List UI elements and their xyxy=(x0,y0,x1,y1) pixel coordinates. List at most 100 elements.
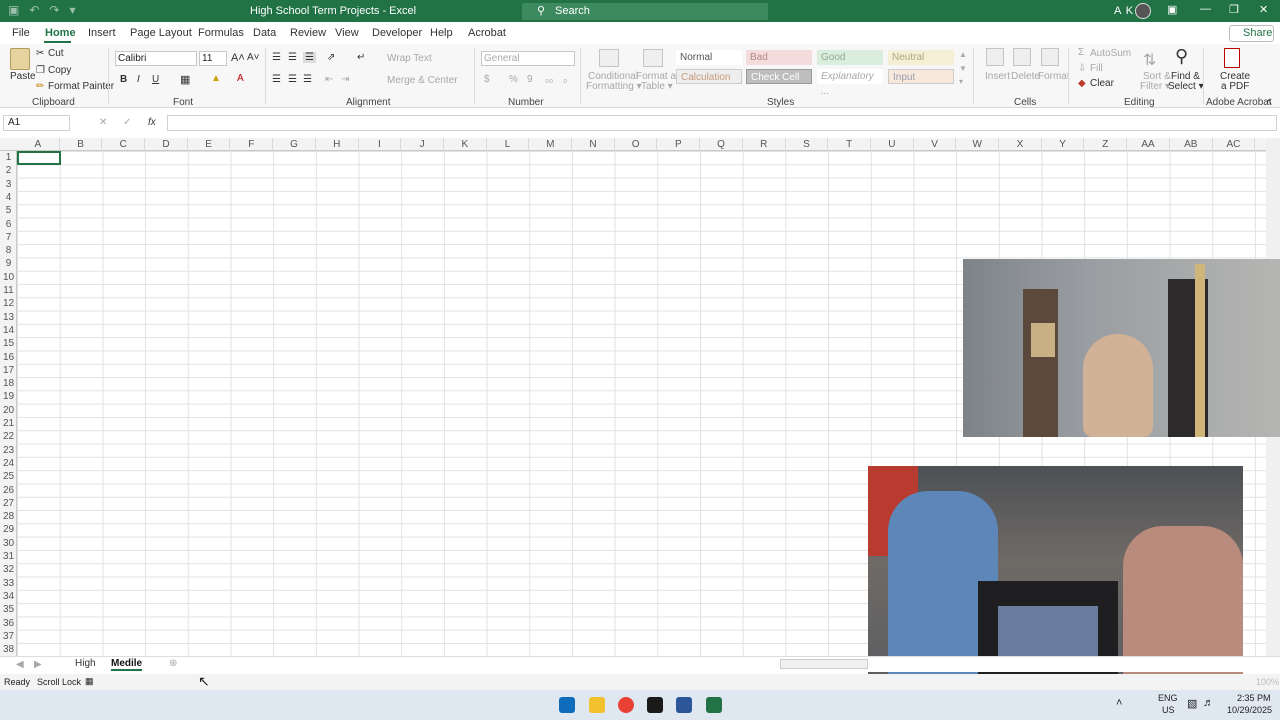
style-neutral[interactable]: Neutral xyxy=(888,50,954,65)
row-header[interactable]: 8 xyxy=(0,244,17,257)
grow-font-button[interactable]: A˄ xyxy=(231,52,245,64)
column-header[interactable]: X xyxy=(999,138,1042,151)
row-header[interactable]: 14 xyxy=(0,324,17,337)
row-header[interactable]: 19 xyxy=(0,390,17,403)
row-header[interactable]: 31 xyxy=(0,550,17,563)
volume-icon[interactable]: ♬ xyxy=(1203,697,1214,709)
row-header[interactable]: 38 xyxy=(0,643,17,656)
format-painter-icon[interactable]: ✏ xyxy=(36,81,44,92)
style-good[interactable]: Good xyxy=(817,50,883,65)
row-header[interactable]: 29 xyxy=(0,523,17,536)
column-header[interactable]: Q xyxy=(700,138,743,151)
restore-icon[interactable]: ❐ xyxy=(1229,3,1239,16)
row-header[interactable]: 32 xyxy=(0,563,17,576)
row-header[interactable]: 21 xyxy=(0,417,17,430)
minimize-icon[interactable]: — xyxy=(1200,3,1211,15)
row-header[interactable]: 6 xyxy=(0,218,17,231)
name-box[interactable]: A1 xyxy=(3,115,70,131)
close-icon[interactable]: ✕ xyxy=(1259,3,1268,16)
row-header[interactable]: 7 xyxy=(0,231,17,244)
chrome-icon[interactable] xyxy=(618,697,634,713)
font-size-select[interactable]: 11 xyxy=(199,51,227,66)
ribbon-display-icon[interactable]: ▣ xyxy=(1167,3,1177,16)
row-header[interactable]: 16 xyxy=(0,351,17,364)
collapse-ribbon-icon[interactable]: ˄ xyxy=(1266,97,1272,108)
align-middle-icon[interactable]: ☰ xyxy=(288,52,297,63)
create-pdf-icon[interactable] xyxy=(1224,48,1240,68)
column-header[interactable]: U xyxy=(871,138,914,151)
row-header[interactable]: 5 xyxy=(0,204,17,217)
row-header[interactable]: 34 xyxy=(0,590,17,603)
borders-icon[interactable]: ▦ xyxy=(180,73,190,86)
insert-cells-button[interactable]: Insert xyxy=(985,71,1010,82)
active-cell[interactable] xyxy=(17,151,61,165)
column-header[interactable]: R xyxy=(743,138,786,151)
currency-button[interactable]: $ xyxy=(484,74,490,85)
row-header[interactable]: 2 xyxy=(0,164,17,177)
tab-review[interactable]: Review xyxy=(290,27,326,39)
create-pdf-line2[interactable]: a PDF xyxy=(1221,81,1249,92)
font-name-select[interactable]: Calibri xyxy=(115,51,197,66)
align-center-icon[interactable]: ☰ xyxy=(288,74,297,85)
row-header[interactable]: 30 xyxy=(0,537,17,550)
tray-chevron-icon[interactable]: ˄ xyxy=(1116,697,1122,709)
enter-icon[interactable]: ✓ xyxy=(123,117,131,128)
column-header[interactable]: B xyxy=(60,138,103,151)
column-header[interactable]: J xyxy=(401,138,444,151)
shrink-font-button[interactable]: A˅ xyxy=(247,52,260,63)
format-cells-button[interactable]: Format xyxy=(1038,71,1070,82)
row-header[interactable]: 12 xyxy=(0,297,17,310)
row-header[interactable]: 11 xyxy=(0,284,17,297)
column-header[interactable]: H xyxy=(316,138,359,151)
tab-data[interactable]: Data xyxy=(253,27,276,39)
avatar[interactable] xyxy=(1135,3,1151,19)
style-calculation[interactable]: Calculation xyxy=(676,69,742,84)
align-top-icon[interactable]: ☰ xyxy=(272,52,281,63)
column-header[interactable]: T xyxy=(828,138,871,151)
new-sheet-icon[interactable]: ⊕ xyxy=(169,658,177,669)
fill-button[interactable]: Fill xyxy=(1090,63,1103,74)
autosum-icon[interactable]: Σ xyxy=(1078,47,1084,58)
row-header[interactable]: 26 xyxy=(0,484,17,497)
autosum-button[interactable]: AutoSum xyxy=(1090,48,1131,59)
tab-file[interactable]: File xyxy=(12,27,30,39)
row-header[interactable]: 25 xyxy=(0,470,17,483)
row-header[interactable]: 22 xyxy=(0,430,17,443)
cut-button[interactable]: Cut xyxy=(48,48,64,59)
region-indicator[interactable]: US xyxy=(1162,705,1175,715)
align-right-icon[interactable]: ☰ xyxy=(303,74,312,85)
column-header[interactable]: E xyxy=(188,138,231,151)
fill-color-icon[interactable]: ▲ xyxy=(211,73,221,84)
next-sheet-icon[interactable]: ▶ xyxy=(34,659,42,670)
row-header[interactable]: 17 xyxy=(0,364,17,377)
column-header[interactable]: I xyxy=(359,138,402,151)
sheet-tab-medile[interactable]: Medile xyxy=(111,658,143,671)
copy-icon[interactable]: ❐ xyxy=(36,65,45,76)
row-header[interactable]: 24 xyxy=(0,457,17,470)
row-header[interactable]: 15 xyxy=(0,337,17,350)
number-format-select[interactable]: General xyxy=(481,51,575,66)
sort-filter-line2[interactable]: Filter ▾ xyxy=(1140,81,1170,92)
paste-button[interactable]: Paste xyxy=(10,71,36,82)
formula-input[interactable] xyxy=(167,115,1277,131)
tab-home[interactable]: Home xyxy=(45,27,76,39)
row-header[interactable]: 27 xyxy=(0,497,17,510)
font-color-icon[interactable]: A xyxy=(237,73,244,84)
column-header[interactable]: K xyxy=(444,138,487,151)
percent-button[interactable]: % xyxy=(509,74,518,85)
delete-cells-button[interactable]: Delete xyxy=(1011,71,1040,82)
prev-sheet-icon[interactable]: ◀ xyxy=(16,659,24,670)
format-cells-icon[interactable] xyxy=(1041,48,1059,66)
row-header[interactable]: 1 xyxy=(0,151,17,164)
italic-button[interactable]: I xyxy=(137,74,140,85)
macro-record-icon[interactable]: ▦ xyxy=(85,676,94,687)
row-header[interactable]: 18 xyxy=(0,377,17,390)
clear-button[interactable]: Clear xyxy=(1090,78,1114,89)
row-header[interactable]: 4 xyxy=(0,191,17,204)
row-header[interactable]: 23 xyxy=(0,444,17,457)
tab-view[interactable]: View xyxy=(335,27,359,39)
increase-decimal-icon[interactable]: ₀₀ xyxy=(545,74,553,85)
column-header[interactable]: M xyxy=(529,138,573,151)
row-header[interactable]: 36 xyxy=(0,617,17,630)
network-icon[interactable]: ▧ xyxy=(1187,697,1197,710)
